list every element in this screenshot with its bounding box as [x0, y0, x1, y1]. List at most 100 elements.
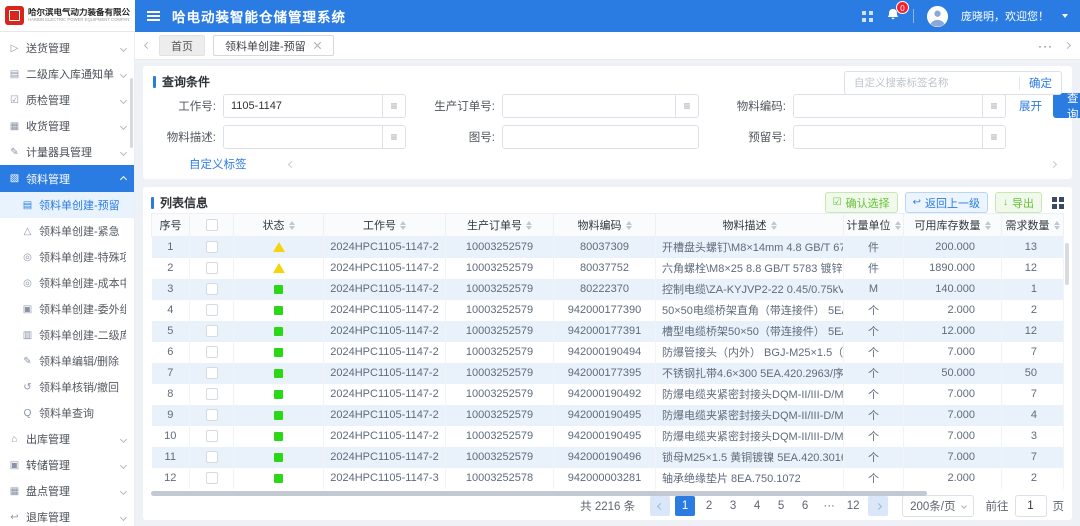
row-checkbox[interactable] [206, 430, 218, 442]
list-select-icon[interactable]: ≡ [982, 95, 1005, 117]
sidebar-collapse-icon[interactable] [147, 11, 160, 21]
back-button[interactable]: ↩返回上一级 [905, 192, 988, 213]
sidebar-menu-item[interactable]: ▣ 转储管理 [0, 452, 134, 478]
row-checkbox[interactable] [206, 367, 218, 379]
tabs-scroll-left-icon[interactable] [144, 42, 151, 49]
row-checkbox[interactable] [206, 388, 218, 400]
sidebar-submenu-item[interactable]: ▣ 领料单创建-委外组件 [0, 296, 134, 322]
col-status[interactable]: 状态 [234, 214, 324, 237]
select-all-checkbox[interactable] [206, 219, 218, 231]
horizontal-scrollbar[interactable] [151, 491, 1064, 495]
col-work-no[interactable]: 工作号 [324, 214, 446, 237]
custom-tag-name-input[interactable] [854, 77, 1010, 89]
row-checkbox[interactable] [206, 451, 218, 463]
sidebar-menu-item[interactable]: ⌂ 出库管理 [0, 426, 134, 452]
goto-page-input[interactable] [1015, 495, 1047, 517]
table-row[interactable]: 4 2024HPC1105-1147-2 10003252579 9420001… [152, 300, 1064, 321]
page-number[interactable]: 3 [723, 496, 743, 516]
sort-icon[interactable] [289, 218, 295, 233]
material-desc-input[interactable] [224, 126, 382, 148]
reserve-no-input[interactable] [794, 126, 982, 148]
expand-link[interactable]: 展开 [1019, 98, 1042, 114]
sort-icon[interactable] [400, 218, 406, 233]
list-select-icon[interactable]: ≡ [675, 95, 698, 117]
sidebar-submenu-item[interactable]: △ 领料单创建-紧急 [0, 218, 134, 244]
tabs-scroll-right-icon[interactable] [1064, 42, 1071, 49]
list-select-icon[interactable]: ≡ [382, 95, 405, 117]
sort-icon[interactable] [985, 218, 991, 233]
confirm-select-button[interactable]: ☑确认选择 [825, 192, 898, 213]
page-number[interactable]: 12 [843, 496, 863, 516]
custom-tag-link[interactable]: 自定义标签 [189, 156, 247, 172]
tags-scroll-left-icon[interactable] [287, 160, 294, 167]
notification-bell[interactable]: 0 [886, 8, 900, 25]
page-number[interactable]: ··· [819, 496, 839, 516]
row-checkbox[interactable] [206, 241, 218, 253]
fullscreen-grid-icon[interactable] [862, 11, 873, 22]
sidebar-submenu-item[interactable]: ◎ 领料单创建-特殊项目 [0, 244, 134, 270]
export-button[interactable]: ↓导出 [995, 192, 1042, 213]
confirm-button[interactable]: 确定 [1029, 75, 1052, 91]
row-checkbox[interactable] [206, 409, 218, 421]
sort-icon[interactable] [771, 218, 777, 233]
sort-icon[interactable] [626, 218, 632, 233]
sidebar-submenu-item[interactable]: ↺ 领料单核销/撤回 [0, 374, 134, 400]
table-row[interactable]: 10 2024HPC1105-1147-2 10003252579 942000… [152, 426, 1064, 447]
col-material-desc[interactable]: 物料描述 [656, 214, 844, 237]
sort-icon[interactable] [1054, 218, 1060, 233]
page-number[interactable]: 4 [747, 496, 767, 516]
column-settings-icon[interactable] [1052, 197, 1064, 209]
col-required-qty[interactable]: 需求数量 [1002, 214, 1064, 237]
material-code-input[interactable] [794, 95, 982, 117]
table-row[interactable]: 8 2024HPC1105-1147-2 10003252579 9420001… [152, 384, 1064, 405]
table-row[interactable]: 1 2024HPC1105-1147-2 10003252579 8003730… [152, 237, 1064, 258]
avatar[interactable] [927, 6, 948, 27]
table-row[interactable]: 6 2024HPC1105-1147-2 10003252579 9420001… [152, 342, 1064, 363]
col-material-code[interactable]: 物料编码 [554, 214, 656, 237]
table-row[interactable]: 3 2024HPC1105-1147-2 10003252579 8022237… [152, 279, 1064, 300]
sidebar-menu-item[interactable]: ▦ 收货管理 [0, 113, 134, 139]
table-row[interactable]: 7 2024HPC1105-1147-2 10003252579 9420001… [152, 363, 1064, 384]
page-size-select[interactable]: 200条/页 [902, 495, 973, 517]
sidebar-submenu-item[interactable]: ▤ 领料单创建-预留 [0, 192, 134, 218]
table-row[interactable]: 2 2024HPC1105-1147-2 10003252579 8003775… [152, 258, 1064, 279]
sidebar-menu-item[interactable]: ▦ 盘点管理 [0, 478, 134, 504]
page-number[interactable]: 5 [771, 496, 791, 516]
close-icon[interactable] [313, 41, 322, 50]
sidebar-submenu-item[interactable]: Q 领料单查询 [0, 400, 134, 426]
col-order-no[interactable]: 生产订单号 [446, 214, 554, 237]
tags-scroll-right-icon[interactable] [1050, 160, 1057, 167]
row-checkbox[interactable] [206, 325, 218, 337]
tab[interactable]: 领料单创建-预留 [213, 35, 334, 56]
sidebar-submenu-item[interactable]: ✎ 领料单编辑/删除 [0, 348, 134, 374]
work-no-input[interactable] [224, 95, 382, 117]
list-select-icon[interactable]: ≡ [382, 126, 405, 148]
sidebar-submenu-item[interactable]: ▥ 领料单创建-二级库 [0, 322, 134, 348]
sidebar-scrollbar[interactable] [130, 78, 133, 148]
row-checkbox[interactable] [206, 346, 218, 358]
table-row[interactable]: 12 2024HPC1105-1147-3 10003252578 942000… [152, 468, 1064, 489]
vertical-scrollbar[interactable] [1065, 243, 1069, 285]
tabs-more-icon[interactable]: ··· [1038, 40, 1053, 52]
col-available-qty[interactable]: 可用库存数量 [904, 214, 1002, 237]
row-checkbox[interactable] [206, 472, 218, 484]
sidebar-menu-item[interactable]: ↩ 退库管理 [0, 504, 134, 526]
sidebar-menu-item-material-active[interactable]: ▧ 领料管理 [0, 165, 134, 192]
sidebar-menu-item[interactable]: ☑ 质检管理 [0, 87, 134, 113]
table-row[interactable]: 11 2024HPC1105-1147-2 10003252579 942000… [152, 447, 1064, 468]
sidebar-menu-item[interactable]: ▷ 送货管理 [0, 35, 134, 61]
drawing-no-input[interactable] [503, 126, 698, 148]
table-row[interactable]: 5 2024HPC1105-1147-2 10003252579 9420001… [152, 321, 1064, 342]
next-page-button[interactable] [868, 496, 888, 516]
sort-icon[interactable] [526, 218, 532, 233]
prev-page-button[interactable] [650, 496, 670, 516]
table-row[interactable]: 9 2024HPC1105-1147-2 10003252579 9420001… [152, 405, 1064, 426]
row-checkbox[interactable] [206, 304, 218, 316]
sidebar-menu-item[interactable]: ✎ 计量器具管理 [0, 139, 134, 165]
user-menu-caret-icon[interactable] [1062, 14, 1068, 18]
sidebar-menu-item[interactable]: ▤ 二级库入库通知单 [0, 61, 134, 87]
row-checkbox[interactable] [206, 262, 218, 274]
col-unit[interactable]: 计量单位 [844, 214, 904, 237]
row-checkbox[interactable] [206, 283, 218, 295]
page-number[interactable]: 1 [675, 496, 695, 516]
